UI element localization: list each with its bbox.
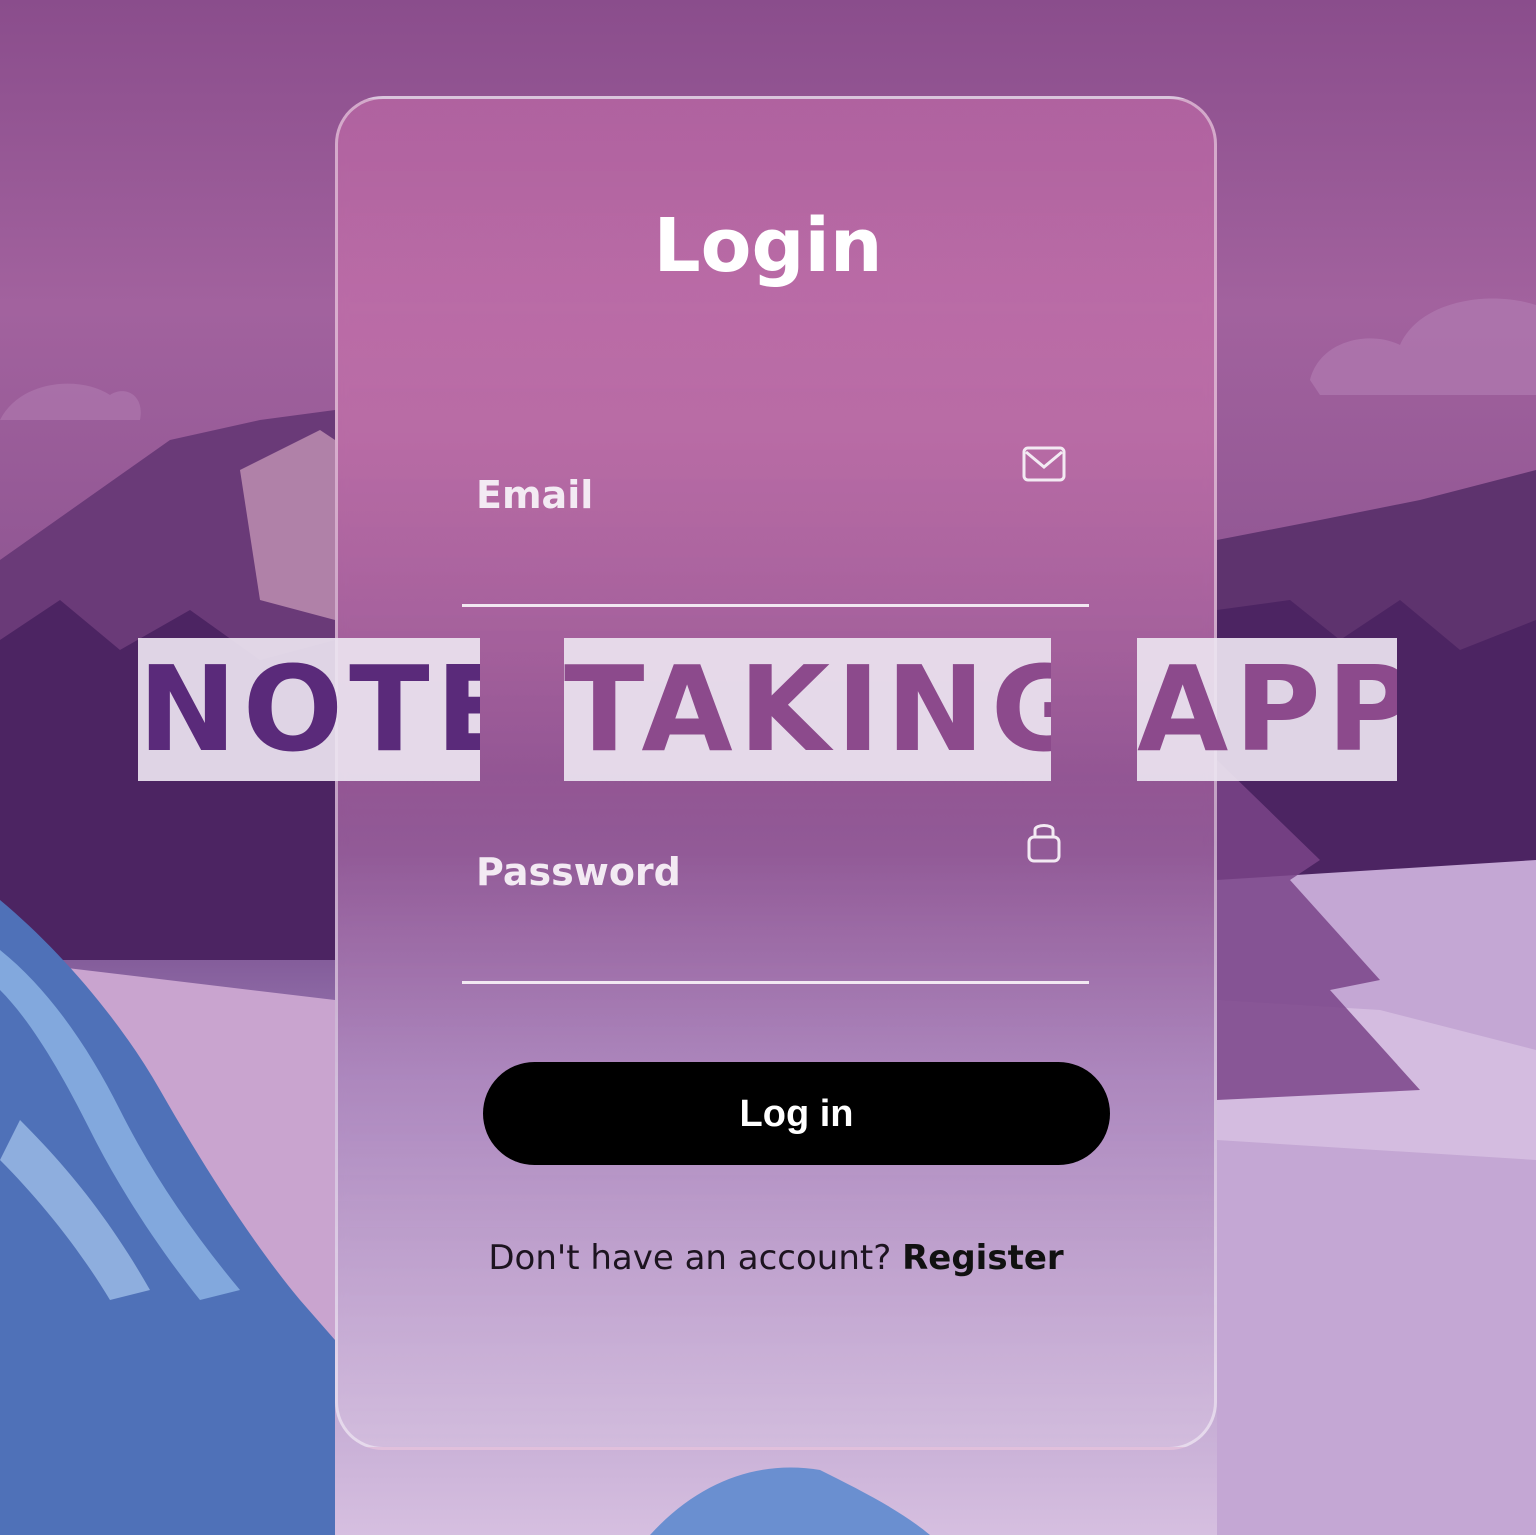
login-button[interactable]: Log in [483, 1062, 1110, 1165]
password-underline [462, 981, 1089, 984]
register-link[interactable]: Register [902, 1238, 1064, 1278]
password-label: Password [476, 850, 681, 894]
banner-word-taking: TAKING [564, 638, 1051, 781]
envelope-icon [1022, 446, 1066, 482]
register-row: Don't have an account? Register [335, 1235, 1217, 1281]
email-underline [462, 604, 1089, 607]
password-field[interactable]: Password [462, 815, 1089, 987]
banner-word-app: APP [1137, 638, 1397, 781]
lock-icon [1027, 824, 1061, 863]
register-prompt: Don't have an account? [488, 1238, 892, 1278]
login-title: Login [653, 203, 883, 289]
email-field[interactable]: Email [462, 440, 1089, 610]
email-label: Email [476, 473, 594, 517]
login-page: Login Email Password Log in Don't have a… [0, 0, 1536, 1535]
banner-word-note: NOTE [138, 638, 480, 781]
